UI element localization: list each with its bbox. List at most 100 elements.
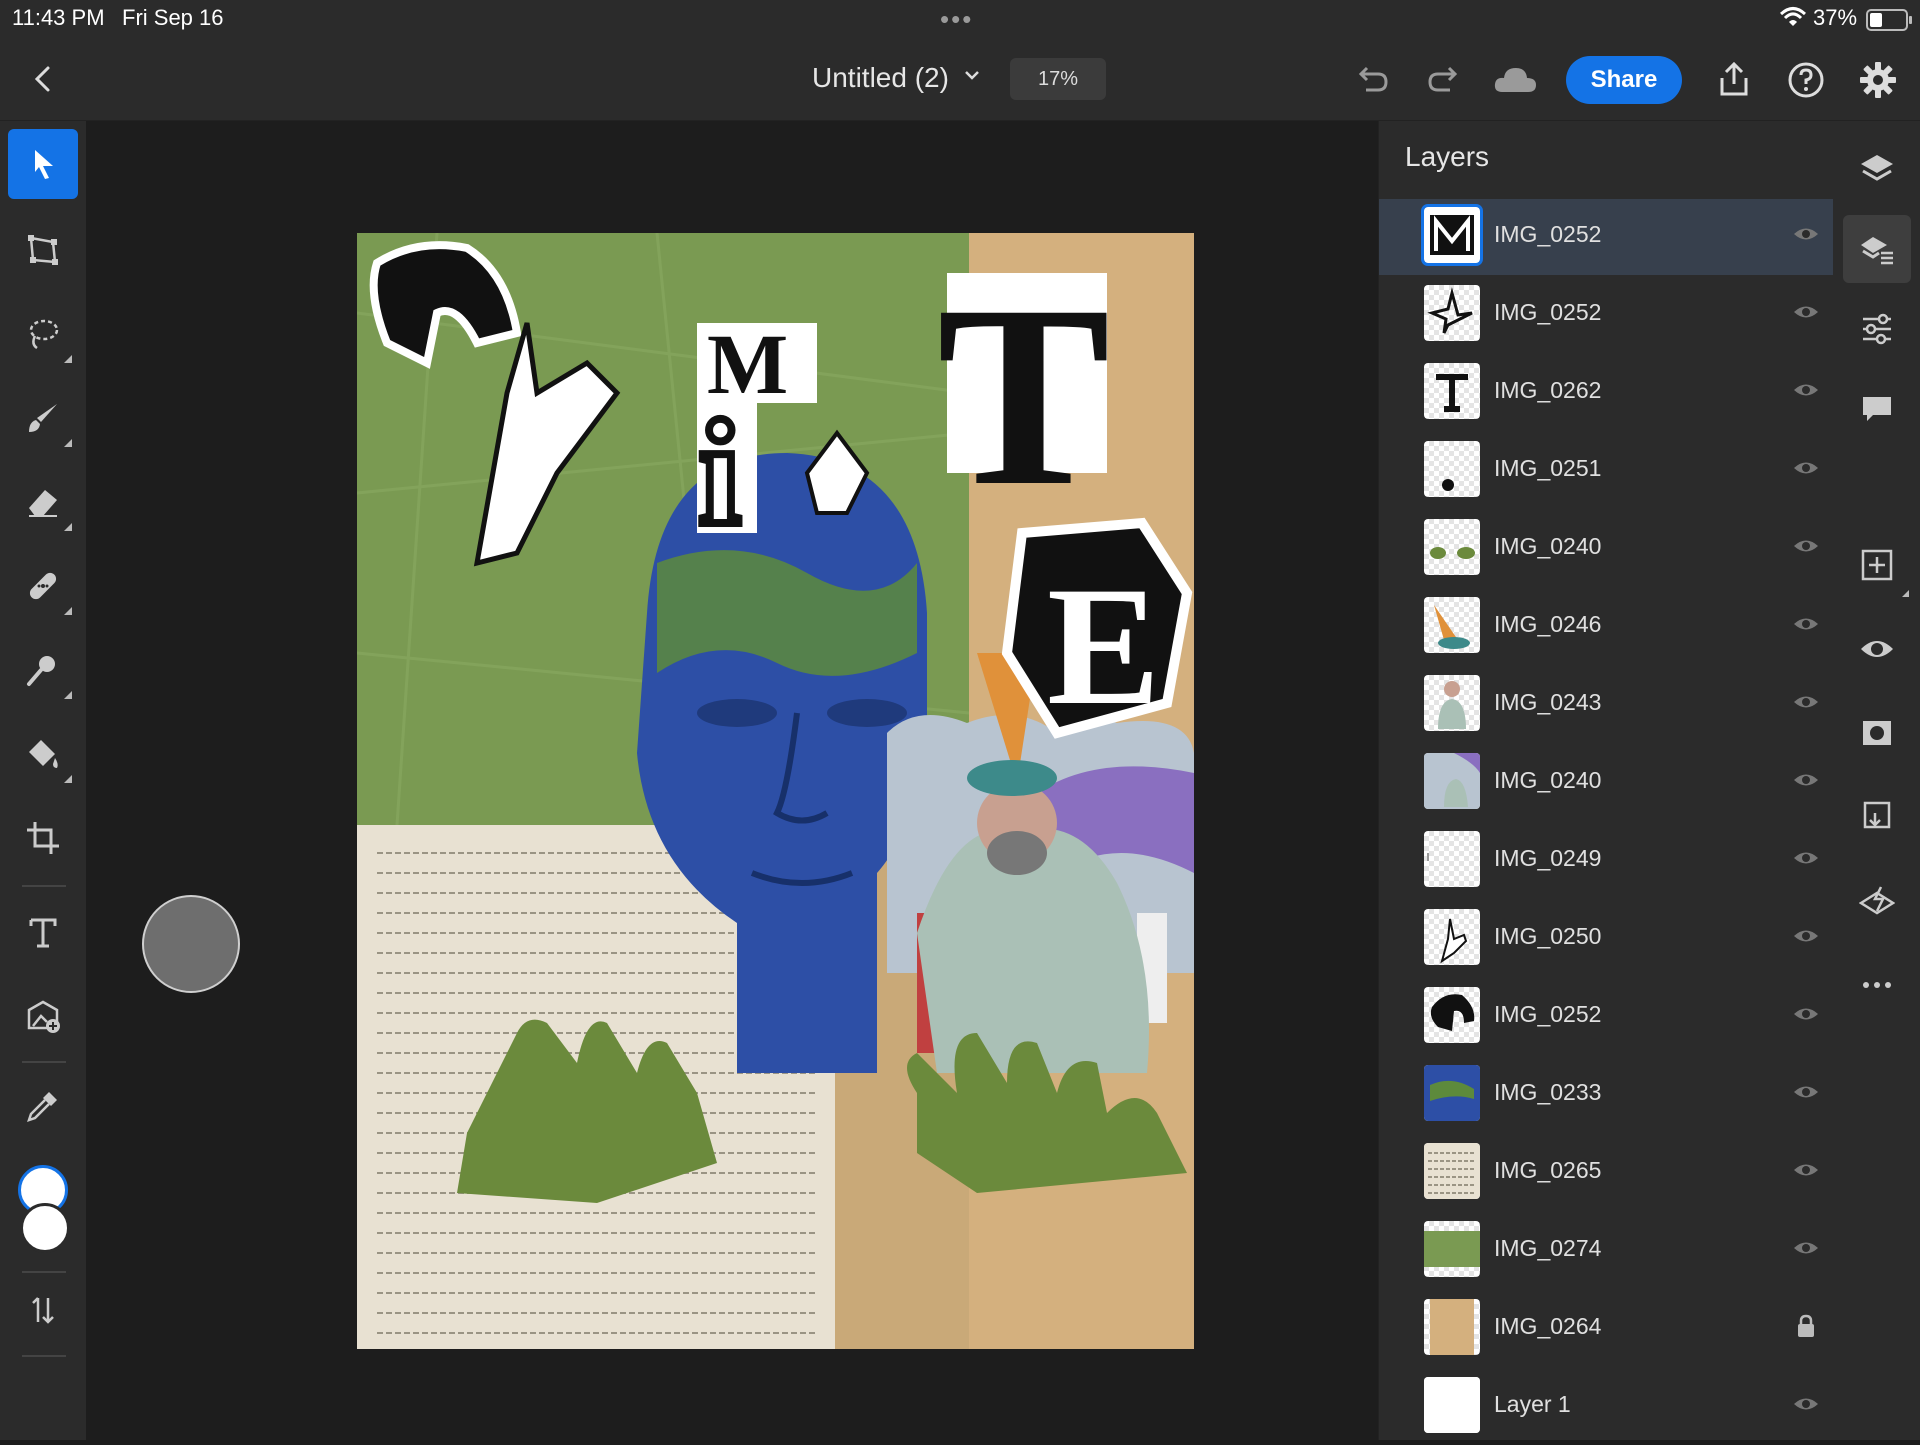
layer-thumbnail[interactable] — [1424, 285, 1480, 341]
eye-icon[interactable] — [1793, 1001, 1819, 1027]
more-options-button[interactable] — [1843, 951, 1911, 1019]
eye-icon[interactable] — [1793, 299, 1819, 325]
comments-button[interactable] — [1843, 375, 1911, 443]
layer-row[interactable]: IMG_0265 — [1379, 1135, 1833, 1211]
healing-tool[interactable] — [8, 551, 78, 621]
collage-artwork[interactable]: M i T E — [357, 233, 1194, 1349]
layer-thumbnail[interactable] — [1424, 1143, 1480, 1199]
type-tool[interactable] — [8, 897, 78, 967]
layer-name: Layer 1 — [1494, 1391, 1571, 1417]
transform-icon — [28, 235, 58, 265]
eye-icon[interactable] — [1793, 689, 1819, 715]
layer-row[interactable]: IMG_0251 — [1379, 433, 1833, 509]
chevron-down-icon[interactable] — [964, 70, 980, 82]
layer-properties-icon — [1861, 237, 1893, 265]
layer-thumbnail[interactable] — [1424, 1065, 1480, 1121]
layer-row[interactable]: IMG_0249 — [1379, 823, 1833, 899]
eye-icon[interactable] — [1793, 923, 1819, 949]
layer-thumbnail[interactable] — [1424, 519, 1480, 575]
clip-button[interactable] — [1843, 783, 1911, 851]
layer-thumbnail[interactable] — [1424, 753, 1480, 809]
eyedropper-icon — [27, 1092, 57, 1122]
layer-row[interactable]: IMG_0240 — [1379, 745, 1833, 821]
add-square-icon — [1861, 549, 1893, 581]
transform-tool[interactable] — [8, 215, 78, 285]
layer-name: IMG_0246 — [1494, 611, 1602, 637]
eye-icon[interactable] — [1793, 1079, 1819, 1105]
eye-icon[interactable] — [1793, 767, 1819, 793]
cloud-sync-icon[interactable] — [1492, 60, 1538, 100]
eye-icon[interactable] — [1793, 533, 1819, 559]
layer-thumbnail[interactable] — [1424, 987, 1480, 1043]
layer-row[interactable]: IMG_0264 — [1379, 1291, 1833, 1367]
crop-tool[interactable] — [8, 803, 78, 873]
layer-row[interactable]: IMG_0246 — [1379, 589, 1833, 665]
eye-icon[interactable] — [1793, 1235, 1819, 1261]
document-title[interactable]: Untitled (2) — [812, 62, 949, 94]
layer-thumbnail[interactable] — [1424, 909, 1480, 965]
help-icon[interactable] — [1786, 60, 1826, 100]
share-button[interactable]: Share — [1566, 56, 1682, 104]
layer-row[interactable]: IMG_0262 — [1379, 355, 1833, 431]
layer-thumbnail[interactable] — [1424, 831, 1480, 887]
layer-thumbnail[interactable] — [1421, 204, 1483, 266]
touch-shortcut-button[interactable] — [142, 895, 240, 993]
fill-tool[interactable] — [8, 719, 78, 789]
wifi-icon — [1780, 7, 1806, 26]
layer-row[interactable]: IMG_0252 — [1379, 199, 1833, 275]
layer-thumbnail[interactable] — [1424, 441, 1480, 497]
redo-icon[interactable] — [1424, 60, 1464, 100]
adjustments-button[interactable] — [1843, 295, 1911, 363]
layer-thumbnail[interactable] — [1424, 1377, 1480, 1433]
eye-icon[interactable] — [1793, 1157, 1819, 1183]
undo-icon[interactable] — [1352, 60, 1392, 100]
merge-button[interactable] — [1843, 867, 1911, 935]
layer-row[interactable]: IMG_0243 — [1379, 667, 1833, 743]
layer-thumbnail[interactable] — [1424, 363, 1480, 419]
eraser-tool[interactable] — [8, 467, 78, 537]
sliders-icon — [1863, 313, 1891, 345]
layer-properties-button[interactable] — [1843, 215, 1911, 283]
settings-gear-icon[interactable] — [1858, 60, 1898, 100]
lock-icon[interactable] — [1793, 1313, 1819, 1339]
layer-row[interactable]: IMG_0274 — [1379, 1213, 1833, 1289]
select-tool[interactable] — [8, 129, 78, 199]
layer-row[interactable]: IMG_0252 — [1379, 277, 1833, 353]
layer-name: IMG_0250 — [1494, 923, 1602, 949]
eye-icon[interactable] — [1793, 845, 1819, 871]
lasso-tool[interactable] — [8, 299, 78, 369]
brush-tool[interactable] — [8, 383, 78, 453]
layer-row[interactable]: IMG_0252 — [1379, 979, 1833, 1055]
eye-icon[interactable] — [1793, 377, 1819, 403]
export-icon[interactable] — [1714, 60, 1754, 100]
add-layer-button[interactable] — [1843, 531, 1911, 599]
layer-name: IMG_0249 — [1494, 845, 1602, 871]
swap-arrows-tool[interactable] — [8, 1275, 78, 1345]
layer-thumbnail[interactable] — [1424, 597, 1480, 653]
place-image-tool[interactable] — [8, 981, 78, 1051]
eye-icon — [1861, 641, 1893, 657]
layers-toggle-button[interactable] — [1843, 135, 1911, 203]
zoom-level[interactable]: 17% — [1010, 58, 1106, 100]
eye-icon[interactable] — [1793, 611, 1819, 637]
layer-thumbnail[interactable] — [1424, 1221, 1480, 1277]
paint-bucket-icon — [29, 740, 58, 768]
back-chevron-icon[interactable] — [28, 62, 58, 96]
layer-name: IMG_0240 — [1494, 533, 1602, 559]
eyedropper-tool[interactable] — [8, 1071, 78, 1141]
smudge-tool[interactable] — [8, 635, 78, 705]
layer-name: IMG_0262 — [1494, 377, 1602, 403]
mask-button[interactable] — [1843, 699, 1911, 767]
layer-row[interactable]: IMG_0233 — [1379, 1057, 1833, 1133]
multitask-dots-icon[interactable]: ••• — [940, 4, 973, 35]
eye-icon[interactable] — [1793, 455, 1819, 481]
eye-icon[interactable] — [1793, 1391, 1819, 1417]
visibility-button[interactable] — [1843, 615, 1911, 683]
layer-row[interactable]: IMG_0240 — [1379, 511, 1833, 587]
eye-icon[interactable] — [1793, 221, 1819, 247]
background-color-swatch[interactable] — [20, 1203, 70, 1253]
layer-row[interactable]: IMG_0250 — [1379, 901, 1833, 977]
layer-thumbnail[interactable] — [1424, 675, 1480, 731]
layer-thumbnail[interactable] — [1424, 1299, 1480, 1355]
layer-row[interactable]: Layer 1 — [1379, 1369, 1833, 1445]
